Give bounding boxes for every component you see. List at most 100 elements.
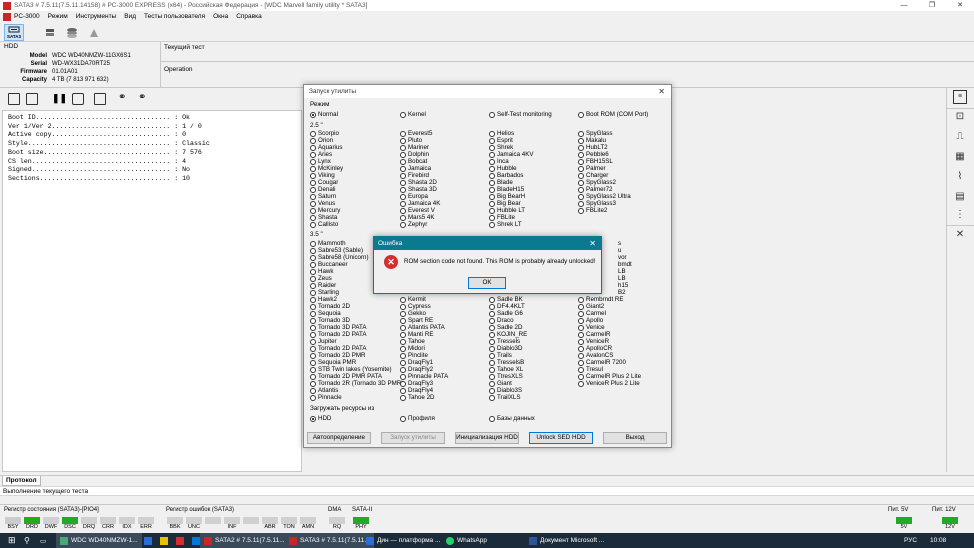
menu-tools[interactable]: Инструменты [76, 13, 117, 20]
family-option[interactable]: Jamaica 4KV [489, 151, 533, 158]
family-option[interactable]: Pinnacle [310, 394, 342, 401]
family-option[interactable]: Callisto [310, 221, 338, 228]
minimize-button[interactable]: — [890, 0, 918, 11]
family-option[interactable]: Tresul [578, 366, 603, 373]
family-option[interactable]: ApolloCR [578, 345, 612, 352]
family-option[interactable]: Giant2 [578, 303, 604, 310]
menu-user-tests[interactable]: Тесты пользователя [144, 13, 205, 20]
family-option[interactable]: Dolphin [400, 151, 429, 158]
family-option[interactable]: B2 [618, 289, 626, 296]
menu-pc3000[interactable]: PC-3000 [14, 13, 40, 20]
family-option[interactable]: Cougar [310, 179, 338, 186]
load-option[interactable]: Базы данных [489, 415, 535, 422]
family-option[interactable]: Big BearH [489, 193, 525, 200]
tools-icon[interactable] [84, 24, 104, 41]
family-option[interactable]: CarmelR 7200 [578, 359, 626, 366]
init-hdd-button[interactable]: Инициализация HDD [455, 432, 519, 444]
clock[interactable]: 10:08 [926, 533, 950, 548]
family-option[interactable]: FBLite2 [578, 207, 607, 214]
family-option[interactable]: LB [618, 268, 626, 275]
taskbar-item[interactable]: SATA2 # 7.5.11(7.5.11... [200, 533, 289, 548]
stop-icon[interactable] [72, 93, 84, 105]
family-option[interactable]: Tornado 2D [310, 303, 350, 310]
family-option[interactable]: Hubble [489, 165, 517, 172]
family-option[interactable]: Jamaica [400, 165, 431, 172]
family-option[interactable]: Atlantis [310, 387, 338, 394]
family-option[interactable]: Zephyr [400, 221, 427, 228]
family-option[interactable]: Hubble LT [489, 207, 525, 214]
family-option[interactable]: BladeH15 [489, 186, 524, 193]
family-option[interactable]: Tornado 3D PATA [310, 324, 367, 331]
family-option[interactable]: Venice [578, 324, 605, 331]
copy-icon[interactable] [94, 93, 106, 105]
taskview-icon[interactable]: ▭ [36, 533, 50, 548]
family-option[interactable]: Tornado 2D PATA [310, 331, 367, 338]
family-option[interactable]: Saturn [310, 193, 336, 200]
family-option[interactable]: Shasta [310, 214, 337, 221]
family-option[interactable]: DF4.4KLT [489, 303, 525, 310]
family-option[interactable]: SpyGlass [578, 130, 612, 137]
family-option[interactable]: Barbados [489, 172, 524, 179]
family-option[interactable]: Giant [489, 380, 512, 387]
family-option[interactable]: Tornado 3D [310, 317, 350, 324]
family-option[interactable]: Tornado 2D PMR PATA [310, 373, 382, 380]
find-next-icon[interactable]: ⚭ [138, 92, 146, 103]
family-option[interactable]: DraqFly1 [400, 359, 433, 366]
family-option[interactable]: u [618, 247, 621, 254]
family-option[interactable]: Mercury [310, 207, 340, 214]
search-icon[interactable]: ⚲ [20, 533, 34, 548]
family-option[interactable]: Sadle BK [489, 296, 523, 303]
family-option[interactable]: TresselsB [489, 359, 524, 366]
family-option[interactable]: KOJIN_RE [489, 331, 527, 338]
family-option[interactable]: bmdt [618, 261, 632, 268]
family-option[interactable]: Charger [578, 172, 608, 179]
family-option[interactable]: Everest V [400, 207, 435, 214]
maximize-button[interactable]: ❐ [918, 0, 946, 11]
family-option[interactable]: Palmer [578, 165, 606, 172]
family-option[interactable]: vor [618, 254, 627, 261]
family-option[interactable]: Tornado 2R (Tornado 3D PMR) [310, 380, 403, 387]
family-option[interactable]: Gekko [400, 310, 426, 317]
family-option[interactable]: Zeus [310, 275, 332, 282]
app-menu-icon[interactable] [3, 12, 11, 21]
family-option[interactable]: Inca [489, 158, 509, 165]
language-indicator[interactable]: РУС [900, 533, 921, 548]
family-option[interactable]: Sabre53 (Sable) [310, 247, 363, 254]
taskbar-item[interactable]: WDC WD40NMZW-1... [56, 533, 142, 548]
family-option[interactable]: LB [618, 275, 626, 282]
family-option[interactable]: Tornado 2D PMR [310, 352, 365, 359]
family-option[interactable]: Europa [400, 193, 428, 200]
family-option[interactable]: Pinnacle PATA [400, 373, 448, 380]
family-option[interactable]: Big Bear [489, 200, 521, 207]
family-option[interactable]: Blade [489, 179, 513, 186]
family-option[interactable]: DraqFly4 [400, 387, 433, 394]
family-option[interactable]: h15 [618, 282, 628, 289]
family-option[interactable]: Aries [310, 151, 332, 158]
family-option[interactable]: Shrek LT [489, 221, 522, 228]
family-option[interactable]: Tornado 2D PATA [310, 345, 367, 352]
family-option[interactable]: VeniceR [578, 338, 609, 345]
taskbar-item[interactable]: Дин — платформа ... [362, 533, 444, 548]
load-option[interactable]: Профиля [400, 415, 435, 422]
family-option[interactable]: Makalu [578, 137, 606, 144]
family-option[interactable]: Shasta 2D [400, 179, 437, 186]
ok-button[interactable]: OK [468, 277, 506, 289]
family-option[interactable]: Venus [310, 200, 335, 207]
family-option[interactable]: CarmelR [578, 331, 610, 338]
family-option[interactable]: McKinley [310, 165, 343, 172]
family-option[interactable]: Tahoe XL [489, 366, 523, 373]
taskbar-item[interactable]: WhatsApp [442, 533, 491, 548]
head-icon[interactable]: ⎍ [953, 130, 967, 144]
family-option[interactable]: Shrek [489, 144, 513, 151]
binoculars-icon[interactable]: ⚭ [118, 92, 126, 103]
document-icon[interactable]: ≡ [953, 90, 967, 104]
family-option[interactable]: DraqFly2 [400, 366, 433, 373]
family-option[interactable]: Carmel [578, 310, 606, 317]
taskbar-item[interactable]: SATA3 # 7.5.11(7.5.11... [285, 533, 374, 548]
family-option[interactable]: Pinclite [400, 352, 428, 359]
dialog-close-icon[interactable]: ✕ [658, 85, 665, 98]
menu-view[interactable]: Вид [124, 13, 136, 20]
family-option[interactable]: Hawk2 [310, 296, 337, 303]
autodetect-button[interactable]: Автоопределение [307, 432, 371, 444]
unlock-sed-button[interactable]: Unlock SED HDD [529, 432, 593, 444]
